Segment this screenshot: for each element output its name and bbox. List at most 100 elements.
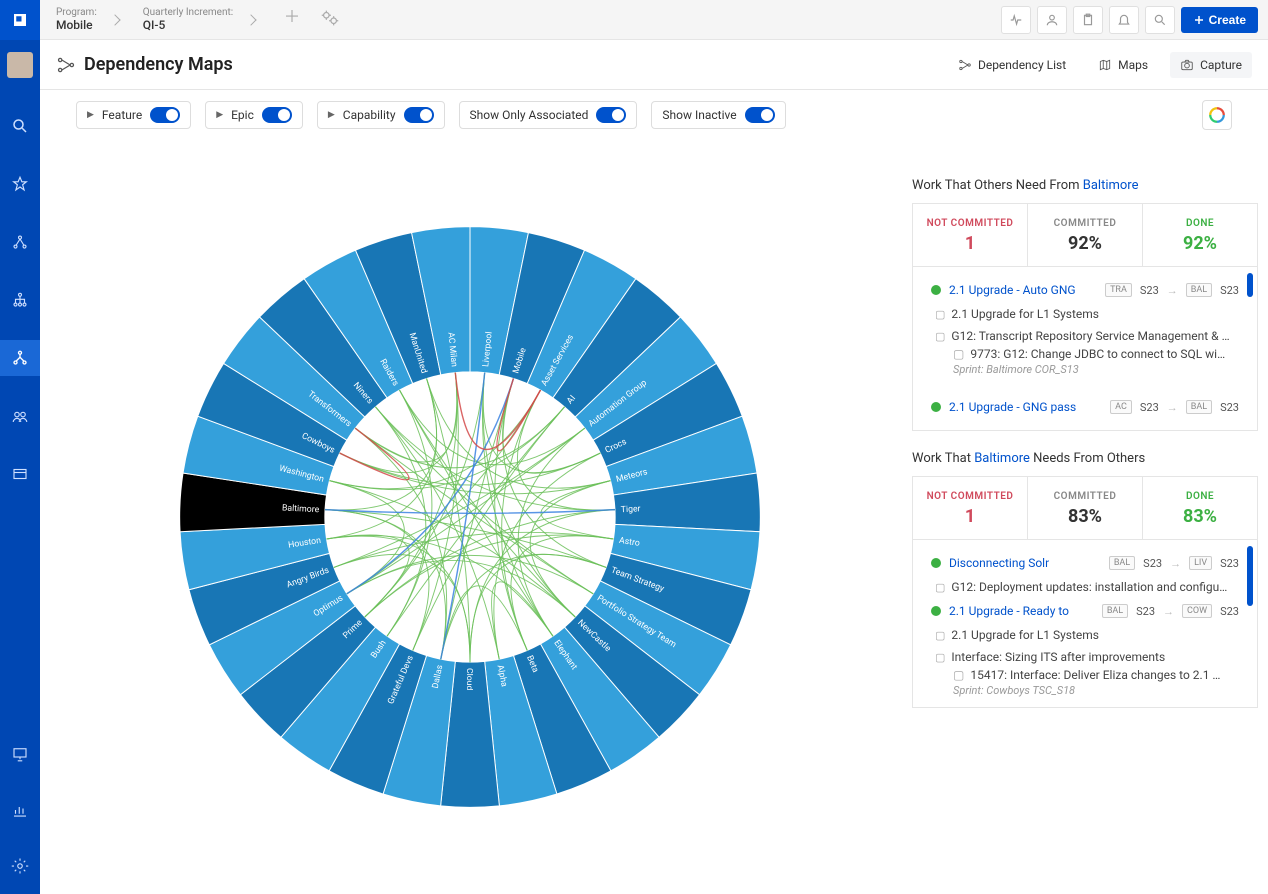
action-dependency-list[interactable]: Dependency List bbox=[948, 52, 1076, 78]
left-navigation-rail bbox=[0, 0, 40, 894]
section-title-1: Work That Others Need From Baltimore bbox=[912, 178, 1258, 193]
create-button[interactable]: Create bbox=[1181, 7, 1258, 33]
arrow-right-icon: → bbox=[1170, 557, 1181, 570]
sprint-meta: Sprint: Cowboys TSC_S18 bbox=[913, 684, 1257, 697]
pulse-icon[interactable] bbox=[1001, 6, 1031, 34]
user-icon[interactable] bbox=[1037, 6, 1067, 34]
bell-icon[interactable] bbox=[1109, 6, 1139, 34]
page-header: Dependency Maps Dependency List Maps Cap… bbox=[40, 40, 1268, 90]
breadcrumb-qi[interactable]: Quarterly Increment: QI-5 bbox=[127, 0, 263, 40]
search-icon[interactable] bbox=[1145, 6, 1175, 34]
doc-icon: ▢ bbox=[953, 668, 964, 682]
stat-not-committed-2: NOT COMMITTED1 bbox=[913, 477, 1028, 539]
doc-icon: ▢ bbox=[953, 347, 964, 361]
chord-label: Baltimore bbox=[282, 503, 320, 515]
stat-not-committed-1: NOT COMMITTED1 bbox=[913, 204, 1028, 266]
chord-link bbox=[375, 407, 425, 636]
stats-box-1: NOT COMMITTED1 COMMITTED92% DONE92% bbox=[912, 203, 1258, 267]
scrollbar-thumb[interactable] bbox=[1247, 273, 1253, 297]
app-logo[interactable] bbox=[0, 0, 40, 40]
top-bar: Program: Mobile Quarterly Increment: QI-… bbox=[40, 0, 1268, 40]
toggle-epic[interactable] bbox=[262, 107, 292, 123]
toggle-feature[interactable] bbox=[150, 107, 180, 123]
arrow-right-icon: → bbox=[1163, 605, 1174, 618]
work-sub-item[interactable]: ▢2.1 Upgrade for L1 Systems bbox=[913, 624, 1257, 646]
work-item[interactable]: 2.1 Upgrade - GNG passACS23→BALS23 bbox=[913, 394, 1257, 420]
nav-board[interactable] bbox=[0, 456, 40, 492]
chart-area: LiverpoolMobileAsset ServicesAIAutomatio… bbox=[40, 140, 900, 894]
work-item[interactable]: 2.1 Upgrade - Auto GNGTRAS23→BALS23 bbox=[913, 277, 1257, 303]
work-sub-sub-item[interactable]: ▢9773: G12: Change JDBC to connect to SQ… bbox=[913, 347, 1257, 361]
filter-capability[interactable]: ▶Capability bbox=[317, 101, 445, 129]
nav-settings[interactable] bbox=[0, 848, 40, 884]
breadcrumb-qi-label: Quarterly Increment: bbox=[143, 7, 233, 18]
work-sub-item[interactable]: ▢G12: Deployment updates: installation a… bbox=[913, 576, 1257, 598]
add-icon[interactable] bbox=[283, 7, 301, 33]
nav-presentation[interactable] bbox=[0, 736, 40, 772]
arrow-right-icon: → bbox=[1167, 284, 1178, 297]
action-maps[interactable]: Maps bbox=[1088, 52, 1158, 78]
action-capture[interactable]: Capture bbox=[1170, 52, 1252, 78]
dependency-icon bbox=[56, 55, 76, 75]
toggle-associated[interactable] bbox=[596, 107, 626, 123]
doc-icon: ▢ bbox=[935, 629, 945, 642]
chord-link bbox=[387, 407, 564, 636]
nav-dependencies[interactable] bbox=[0, 340, 40, 376]
chord-link bbox=[441, 586, 527, 659]
chord-link bbox=[482, 373, 552, 637]
chord-link bbox=[355, 407, 564, 468]
nav-network[interactable] bbox=[0, 224, 40, 260]
scrollbar-thumb[interactable] bbox=[1247, 546, 1253, 606]
nav-hierarchy[interactable] bbox=[0, 282, 40, 318]
section-link-1[interactable]: Baltimore bbox=[1083, 178, 1139, 193]
doc-icon: ▢ bbox=[935, 581, 945, 594]
filter-feature[interactable]: ▶Feature bbox=[76, 101, 191, 129]
user-avatar[interactable] bbox=[7, 52, 33, 78]
nav-search[interactable] bbox=[0, 108, 40, 144]
nav-analytics[interactable] bbox=[0, 792, 40, 828]
nav-teams[interactable] bbox=[0, 398, 40, 434]
chord-link bbox=[334, 428, 585, 567]
create-label: Create bbox=[1209, 13, 1246, 27]
breadcrumb-program[interactable]: Program: Mobile bbox=[40, 0, 127, 40]
filter-epic[interactable]: ▶Epic bbox=[205, 101, 303, 129]
toggle-capability[interactable] bbox=[404, 107, 434, 123]
filter-show-associated[interactable]: Show Only Associated bbox=[459, 101, 638, 129]
status-dot-green bbox=[931, 402, 941, 412]
chord-link bbox=[375, 407, 499, 659]
filter-show-inactive[interactable]: Show Inactive bbox=[651, 101, 785, 129]
arrow-right-icon: → bbox=[1167, 401, 1178, 414]
toggle-inactive[interactable] bbox=[745, 107, 775, 123]
breadcrumb-qi-value: QI-5 bbox=[143, 18, 233, 32]
stat-committed-2: COMMITTED83% bbox=[1028, 477, 1143, 539]
status-dot-green bbox=[931, 606, 941, 616]
stats-box-2: NOT COMMITTED1 COMMITTED83% DONE83% bbox=[912, 476, 1258, 540]
doc-icon: ▢ bbox=[935, 330, 945, 343]
right-panel: Work That Others Need From Baltimore NOT… bbox=[900, 140, 1268, 894]
work-sub-sub-item[interactable]: ▢15417: Interface: Deliver Eliza changes… bbox=[913, 668, 1257, 682]
chord-label: Cloud bbox=[464, 668, 474, 691]
sprint-meta: Sprint: Baltimore COR_S13 bbox=[913, 363, 1257, 376]
stat-done-1: DONE92% bbox=[1143, 204, 1257, 266]
chord-diagram[interactable]: LiverpoolMobileAsset ServicesAIAutomatio… bbox=[170, 217, 770, 817]
work-sub-item[interactable]: ▢G12: Transcript Repository Service Mana… bbox=[913, 325, 1257, 347]
breadcrumb-program-label: Program: bbox=[56, 7, 97, 18]
page-title: Dependency Maps bbox=[84, 54, 233, 75]
stat-committed-1: COMMITTED92% bbox=[1028, 204, 1143, 266]
work-list-1: 2.1 Upgrade - Auto GNGTRAS23→BALS23 ▢2.1… bbox=[912, 267, 1258, 431]
work-item[interactable]: Disconnecting SolrBALS23→LIVS23 bbox=[913, 550, 1257, 576]
gears-icon[interactable] bbox=[319, 7, 341, 33]
doc-icon: ▢ bbox=[935, 651, 945, 664]
chord-label: Tiger bbox=[621, 504, 641, 515]
status-dot-green bbox=[931, 558, 941, 568]
stat-done-2: DONE83% bbox=[1143, 477, 1257, 539]
status-dot-green bbox=[931, 285, 941, 295]
work-sub-item[interactable]: ▢Interface: Sizing ITS after improvement… bbox=[913, 646, 1257, 668]
work-item[interactable]: 2.1 Upgrade - Ready toBALS23→COWS23 bbox=[913, 598, 1257, 624]
color-wheel-button[interactable] bbox=[1202, 100, 1232, 130]
work-sub-item[interactable]: ▢2.1 Upgrade for L1 Systems bbox=[913, 303, 1257, 325]
filter-bar: ▶Feature ▶Epic ▶Capability Show Only Ass… bbox=[40, 90, 1268, 140]
section-link-2[interactable]: Baltimore bbox=[974, 451, 1030, 466]
clipboard-icon[interactable] bbox=[1073, 6, 1103, 34]
nav-favorites[interactable] bbox=[0, 166, 40, 202]
